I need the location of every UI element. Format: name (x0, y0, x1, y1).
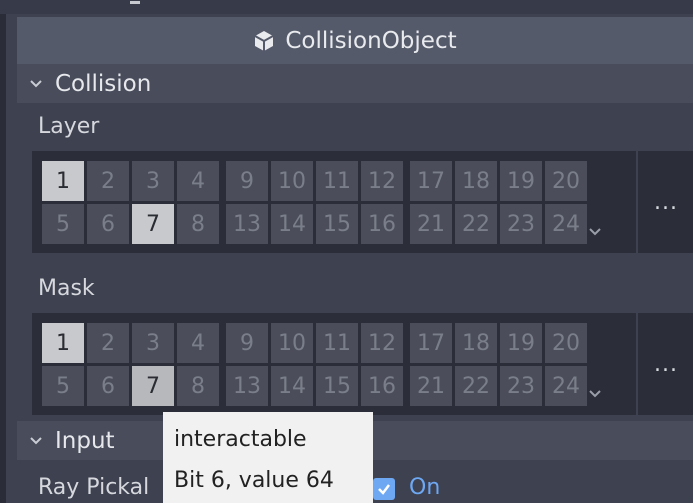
layer-bit-24[interactable]: 24 (545, 204, 587, 244)
mask-bit-21[interactable]: 21 (410, 366, 452, 406)
mask-bit-panel: 1 2 3 4 9 10 11 12 17 18 19 20 5 6 7 8 13 14 15 16 21 22 23 24 … (32, 313, 693, 415)
layer-bit-13[interactable]: 13 (226, 204, 268, 244)
mask-bit-3[interactable]: 3 (132, 323, 174, 363)
mask-bit-19[interactable]: 19 (500, 323, 542, 363)
mask-bit-7[interactable]: 7 (132, 366, 174, 406)
layer-bit-5[interactable]: 5 (42, 204, 84, 244)
mask-bit-11[interactable]: 11 (316, 323, 358, 363)
mask-bit-22[interactable]: 22 (455, 366, 497, 406)
layer-bit-1[interactable]: 1 (42, 161, 84, 201)
layer-bit-9[interactable]: 9 (226, 161, 268, 201)
mask-bit-12[interactable]: 12 (361, 323, 403, 363)
checkmark-icon (378, 484, 390, 495)
chevron-down-icon[interactable] (588, 227, 602, 237)
mask-bit-14[interactable]: 14 (271, 366, 313, 406)
tooltip-detail: Bit 6, value 64 (174, 468, 334, 493)
cube-icon (254, 30, 274, 51)
mask-bit-18[interactable]: 18 (455, 323, 497, 363)
layer-label: Layer (38, 114, 100, 139)
chevron-down-icon[interactable] (588, 389, 602, 399)
tooltip-title: interactable (174, 427, 307, 452)
layer-bit-8[interactable]: 8 (177, 204, 219, 244)
mask-bit-1[interactable]: 1 (42, 323, 84, 363)
layer-bit-4[interactable]: 4 (177, 161, 219, 201)
header-title: CollisionObject (285, 27, 457, 54)
mask-bit-20[interactable]: 20 (545, 323, 587, 363)
layer-bit-18[interactable]: 18 (455, 161, 497, 201)
layer-bit-15[interactable]: 15 (316, 204, 358, 244)
mask-bit-5[interactable]: 5 (42, 366, 84, 406)
section-collision-label: Collision (55, 70, 152, 97)
mask-bit-4[interactable]: 4 (177, 323, 219, 363)
left-border (0, 14, 6, 503)
mask-bit-13[interactable]: 13 (226, 366, 268, 406)
layer-bit-14[interactable]: 14 (271, 204, 313, 244)
mask-more-button[interactable]: ... (636, 313, 693, 415)
ray-pickable-checkbox[interactable] (373, 478, 395, 500)
section-collision[interactable]: Collision (17, 64, 693, 103)
bit-tooltip: interactable Bit 6, value 64 (163, 412, 373, 503)
ray-pickable-label: Ray Pickal (38, 475, 150, 500)
mask-bit-24[interactable]: 24 (545, 366, 587, 406)
layer-bit-panel: 1 2 3 4 9 10 11 12 17 18 19 20 5 6 7 8 13 14 15 16 21 22 23 24 … (32, 151, 693, 253)
mask-bit-10[interactable]: 10 (271, 323, 313, 363)
section-input-label: Input (55, 427, 115, 454)
layer-bit-19[interactable]: 19 (500, 161, 542, 201)
layer-bit-20[interactable]: 20 (545, 161, 587, 201)
layer-bit-22[interactable]: 22 (455, 204, 497, 244)
layer-bit-21[interactable]: 21 (410, 204, 452, 244)
mask-bit-15[interactable]: 15 (316, 366, 358, 406)
mask-bit-2[interactable]: 2 (87, 323, 129, 363)
layer-bit-16[interactable]: 16 (361, 204, 403, 244)
layer-more-button[interactable]: ... (636, 151, 693, 253)
mask-bit-17[interactable]: 17 (410, 323, 452, 363)
layer-bit-7[interactable]: 7 (132, 204, 174, 244)
layer-bit-3[interactable]: 3 (132, 161, 174, 201)
mask-bit-9[interactable]: 9 (226, 323, 268, 363)
ray-pickable-value[interactable]: On (409, 475, 440, 500)
mask-bit-23[interactable]: 23 (500, 366, 542, 406)
layer-bit-12[interactable]: 12 (361, 161, 403, 201)
inspector-header: CollisionObject (17, 17, 693, 64)
layer-bit-11[interactable]: 11 (316, 161, 358, 201)
top-strip (0, 0, 693, 14)
layer-bit-10[interactable]: 10 (271, 161, 313, 201)
chevron-down-icon (30, 79, 42, 87)
layer-bit-2[interactable]: 2 (87, 161, 129, 201)
layer-bit-6[interactable]: 6 (87, 204, 129, 244)
chevron-down-icon (30, 436, 42, 444)
truncated-title-fragment (120, 0, 158, 6)
mask-label: Mask (38, 276, 95, 301)
mask-bit-8[interactable]: 8 (177, 366, 219, 406)
mask-bit-16[interactable]: 16 (361, 366, 403, 406)
layer-bit-23[interactable]: 23 (500, 204, 542, 244)
layer-bit-17[interactable]: 17 (410, 161, 452, 201)
mask-bit-6[interactable]: 6 (87, 366, 129, 406)
